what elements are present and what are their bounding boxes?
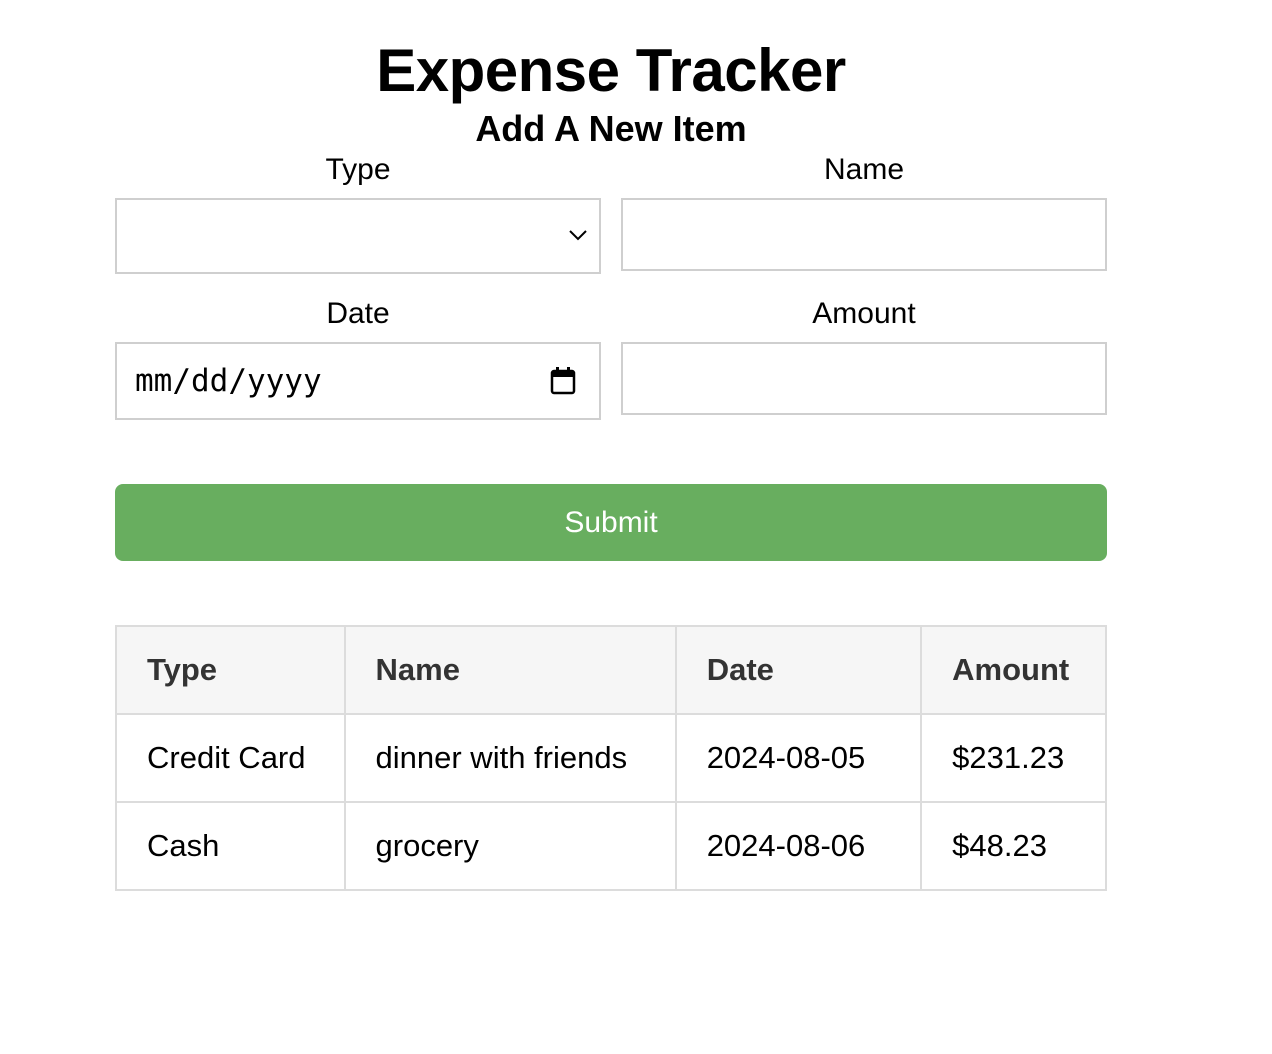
table-header-row: Type Name Date Amount — [115, 625, 1107, 715]
chevron-down-icon — [569, 230, 587, 241]
table-row: Cash grocery 2024-08-06 $48.23 — [115, 801, 1107, 891]
cell-date: 2024-08-05 — [674, 713, 923, 803]
cell-date: 2024-08-06 — [674, 801, 923, 891]
name-label: Name — [823, 153, 905, 186]
cell-type: Credit Card — [115, 713, 346, 803]
date-label: Date — [326, 297, 390, 330]
cell-type: Cash — [115, 801, 346, 891]
cell-name: dinner with friends — [343, 713, 677, 803]
cell-name: grocery — [343, 801, 677, 891]
header-type: Type — [115, 625, 346, 715]
amount-input[interactable] — [621, 342, 1107, 415]
date-input[interactable]: mm/dd/yyyy — [115, 342, 601, 420]
form-heading: Add A New Item — [475, 108, 747, 149]
header-amount: Amount — [920, 625, 1107, 715]
expense-table: Type Name Date Amount Credit Card dinner… — [115, 625, 1107, 891]
cell-amount: $231.23 — [920, 713, 1107, 803]
table-row: Credit Card dinner with friends 2024-08-… — [115, 713, 1107, 803]
type-select[interactable] — [115, 198, 601, 274]
submit-button[interactable]: Submit — [115, 484, 1107, 561]
cell-amount: $48.23 — [920, 801, 1107, 891]
header-name: Name — [343, 625, 677, 715]
calendar-icon[interactable] — [549, 366, 577, 396]
header-date: Date — [674, 625, 923, 715]
type-label: Type — [325, 153, 391, 186]
page-title: Expense Tracker — [376, 37, 846, 104]
name-input[interactable] — [621, 198, 1107, 271]
amount-label: Amount — [812, 297, 916, 330]
date-placeholder: mm/dd/yyyy — [135, 363, 322, 399]
